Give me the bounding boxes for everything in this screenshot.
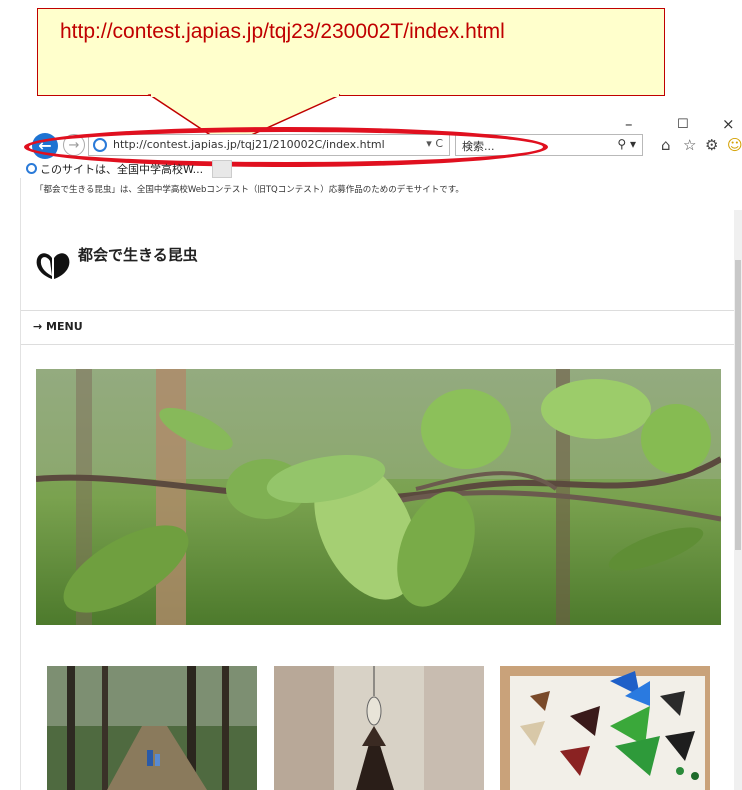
menu-bar[interactable]: → MENU [21, 310, 737, 345]
back-arrow-icon: ← [38, 136, 52, 155]
search-placeholder: 検索... [462, 140, 495, 153]
smiley-feedback-icon[interactable]: ☺ [727, 136, 742, 154]
hero-image [36, 369, 721, 625]
thumbnail-forest[interactable] [47, 666, 257, 790]
minimize-button[interactable]: – [625, 115, 633, 133]
browser-tab[interactable]: このサイトは、全国中学高校W... [26, 161, 231, 179]
butterfly-collection-photo [500, 666, 710, 790]
forward-button[interactable]: → [63, 134, 85, 156]
callout-url-text: http://contest.japias.jp/tqj23/230002T/i… [60, 20, 505, 43]
new-tab-button[interactable] [212, 160, 232, 178]
site-title[interactable]: 都会で生きる昆虫 [78, 244, 198, 265]
page-content: 「都会で生きる昆虫」は、全国中学高校Webコンテスト（旧TQコンテスト）応募作品… [20, 178, 737, 790]
hero-scene [36, 369, 721, 625]
search-input[interactable]: 検索... ⚲ ▾ [455, 134, 643, 156]
thumbnail-butterfly-collection[interactable] [500, 666, 710, 790]
home-icon[interactable]: ⌂ [661, 136, 671, 154]
address-url[interactable]: http://contest.japias.jp/tqj21/210002C/i… [113, 138, 385, 151]
menu-toggle[interactable]: → MENU [33, 320, 83, 333]
search-icon[interactable]: ⚲ ▾ [617, 137, 636, 151]
address-refresh-controls[interactable]: ▾ C [426, 137, 443, 150]
favorites-star-icon[interactable]: ☆ [683, 136, 696, 154]
maximize-button[interactable]: ☐ [677, 117, 689, 132]
forest-photo [47, 666, 257, 790]
tab-ie-icon [26, 163, 37, 174]
address-bar[interactable]: http://contest.japias.jp/tqj21/210002C/i… [88, 134, 450, 156]
back-button[interactable]: ← [32, 133, 58, 159]
site-logo-icon [36, 253, 70, 279]
forward-arrow-icon: → [68, 138, 80, 153]
tab-title: このサイトは、全国中学高校W... [40, 163, 204, 176]
close-button[interactable]: × [722, 115, 735, 133]
scrollbar-thumb[interactable] [735, 260, 741, 550]
thumbnail-chrysalis[interactable] [274, 666, 484, 790]
chrysalis-photo [274, 666, 484, 790]
ie-page-icon [93, 138, 107, 152]
settings-gear-icon[interactable]: ⚙ [705, 136, 718, 154]
demo-site-note: 「都会で生きる昆虫」は、全国中学高校Webコンテスト（旧TQコンテスト）応募作品… [35, 185, 464, 195]
